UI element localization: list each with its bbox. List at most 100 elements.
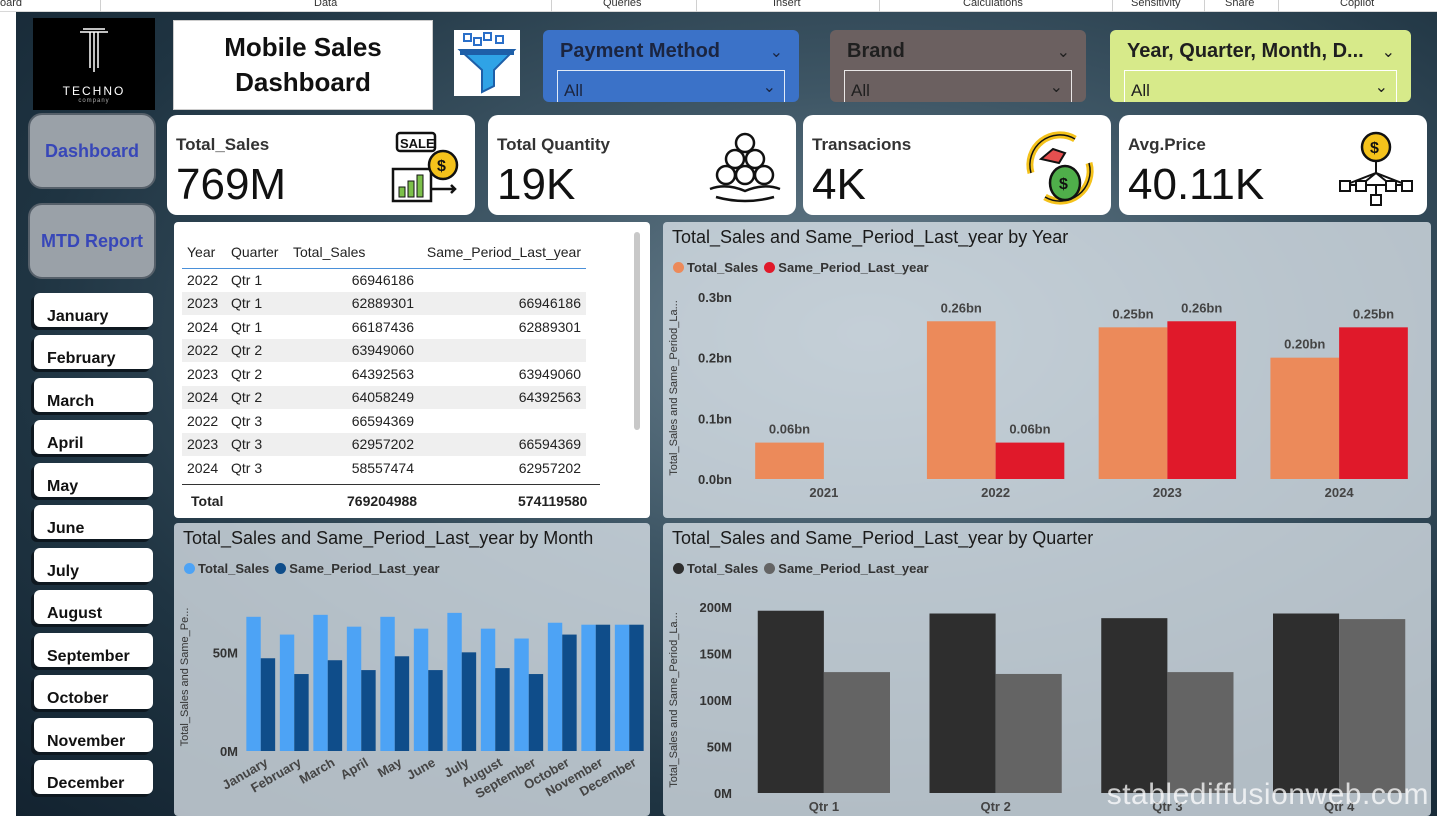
table-row[interactable]: 2022 Qtr 3 66594369: [182, 409, 586, 433]
dashboard-title: Mobile Sales Dashboard: [173, 20, 433, 110]
table-scrollbar[interactable]: [634, 232, 640, 430]
slicer-brand-value: All: [851, 81, 870, 100]
month-button-january[interactable]: January: [34, 293, 153, 327]
data-label: 0.26bn: [941, 300, 982, 315]
table-total-row: Total 769204988 574119580: [182, 484, 600, 514]
cell-quarter: Qtr 2: [226, 338, 288, 362]
slicer-brand[interactable]: Brand ⌄ All ⌄: [830, 30, 1086, 102]
techno-logo-icon: [80, 28, 108, 72]
ribbon-tab-calculations[interactable]: Calculations: [963, 0, 1023, 9]
x-tick-label: May: [375, 754, 405, 780]
kpi-card-total-quantity: Total Quantity 19K: [488, 115, 796, 215]
ribbon-tab-data[interactable]: Data: [314, 0, 337, 9]
cell-year: 2024: [182, 385, 226, 409]
cell-year: 2024: [187, 459, 219, 476]
bar-same-period-last-year: [528, 674, 544, 751]
month-button-july[interactable]: July: [34, 548, 153, 582]
chevron-down-icon[interactable]: ⌄: [1382, 42, 1395, 62]
coins-hand-icon: [709, 132, 781, 203]
svg-text:$: $: [1370, 140, 1379, 157]
month-button-april[interactable]: April: [34, 420, 153, 454]
slicer-date-hierarchy-label: Year, Quarter, Month, D...: [1127, 40, 1364, 62]
cell-year: 2024: [187, 318, 219, 335]
column-header-total-sales[interactable]: Total_Sales: [288, 236, 419, 269]
x-tick-label: 2024: [1325, 485, 1355, 500]
kpi-card-total-sales: Total_Sales 769M SALE $: [167, 115, 475, 215]
data-label: 0.06bn: [1009, 422, 1050, 437]
data-label: 0.25bn: [1112, 306, 1153, 321]
report-canvas: TECHNO company Mobile Sales Dashboard Pa…: [16, 12, 1437, 816]
chevron-down-icon[interactable]: ⌄: [770, 42, 783, 62]
bar-same-period-last-year: [361, 670, 376, 751]
y-axis-title: Total_Sales and Same_Pe...: [179, 608, 191, 747]
y-tick-label: 0M: [714, 786, 732, 801]
chevron-down-icon[interactable]: ⌄: [1375, 77, 1388, 97]
table-row[interactable]: 2023 Qtr 1 62889301 66946186: [182, 291, 586, 315]
slicer-date-hierarchy-dropdown[interactable]: All ⌄: [1124, 70, 1397, 102]
bar-total-sales: [346, 626, 362, 751]
column-header-same-period-last-year[interactable]: Same_Period_Last_year: [419, 236, 586, 269]
filter-funnel-icon[interactable]: [454, 30, 520, 96]
month-button-november[interactable]: November: [34, 718, 153, 752]
month-button-may[interactable]: May: [34, 463, 153, 497]
data-label: 0.06bn: [769, 422, 810, 437]
ribbon-bar: oard Data Queries Insert Calculations Se…: [0, 0, 1437, 12]
table-row[interactable]: 2022 Qtr 2 63949060: [182, 338, 586, 362]
bar-same-period-last-year: [327, 660, 343, 751]
ribbon-tab-copilot[interactable]: Copilot: [1340, 0, 1374, 9]
month-button-december[interactable]: December: [34, 760, 153, 794]
ribbon-tab-insert[interactable]: Insert: [773, 0, 801, 9]
table-row[interactable]: 2024 Qtr 1 66187436 62889301: [182, 315, 586, 339]
kpi-value: 40.11K: [1128, 160, 1265, 209]
bar-same-period-last-year: [1167, 672, 1234, 793]
month-button-august[interactable]: August: [34, 590, 153, 624]
ribbon-tab-sensitivity[interactable]: Sensitivity: [1131, 0, 1181, 9]
nav-mtd-report-button[interactable]: MTD Report: [28, 203, 156, 279]
ribbon-tab-queries[interactable]: Queries: [603, 0, 642, 9]
bar-same-period-last-year: [428, 670, 443, 751]
month-button-october[interactable]: October: [34, 675, 153, 709]
x-tick-label: 2021: [809, 485, 838, 500]
table-row[interactable]: 2023 Qtr 3 62957202 66594369: [182, 432, 586, 456]
cell-quarter: Qtr 3: [226, 432, 288, 456]
table-row[interactable]: 2024 Qtr 3 58557474 62957202: [182, 456, 586, 480]
bar-same-period-last-year: [629, 624, 644, 751]
table-row[interactable]: 2023 Qtr 2 64392563 63949060: [182, 362, 586, 386]
y-tick-label: 0.0bn: [698, 472, 732, 487]
quarter-bar-chart: 0M 50M 100M 150M 200M Total_Sales and Same_Pe…: [668, 600, 1406, 814]
bar-same-period-last-year: [562, 634, 577, 751]
month-button-september[interactable]: September: [34, 633, 153, 667]
slicer-payment-method[interactable]: Payment Method ⌄ All ⌄: [543, 30, 799, 102]
chevron-down-icon[interactable]: ⌄: [1057, 42, 1070, 62]
slicer-payment-method-dropdown[interactable]: All ⌄: [557, 70, 785, 102]
bar-same-period-last-year: [823, 672, 890, 793]
chevron-down-icon[interactable]: ⌄: [1050, 77, 1063, 97]
svg-text:$: $: [1059, 176, 1068, 193]
month-button-march[interactable]: March: [34, 378, 153, 412]
month-button-june[interactable]: June: [34, 505, 153, 539]
y-tick-label: 150M: [699, 647, 732, 662]
bar-same-period-last-year: [595, 624, 611, 751]
cell-quarter: Qtr 1: [231, 272, 263, 288]
column-header-year[interactable]: Year: [182, 236, 226, 269]
y-tick-label: 100M: [699, 693, 732, 708]
slicer-brand-dropdown[interactable]: All ⌄: [844, 70, 1072, 102]
slicer-date-hierarchy[interactable]: Year, Quarter, Month, D... ⌄ All ⌄: [1110, 30, 1411, 102]
y-axis-title: Total_Sales and Same_Period_La...: [668, 612, 680, 788]
nav-dashboard-button[interactable]: Dashboard: [28, 113, 156, 189]
table-row[interactable]: 2024 Qtr 2 64058249 64392563: [182, 385, 586, 409]
month-button-february[interactable]: February: [34, 335, 153, 369]
year-bar-chart: 0.0bn 0.1bn 0.2bn 0.3bn Total_Sales and Same…: [668, 290, 1408, 500]
cell-total-sales: 62889301: [288, 291, 419, 315]
column-header-quarter[interactable]: Quarter: [226, 236, 288, 269]
cell-same-period-last-year: 66594369: [419, 432, 586, 456]
slicer-payment-method-label: Payment Method: [560, 40, 721, 62]
bar-total-sales: [246, 616, 261, 751]
table-row[interactable]: 2022 Qtr 1 66946186: [182, 268, 586, 292]
ribbon-tab-board[interactable]: oard: [0, 0, 22, 9]
bar-total-sales: [757, 610, 824, 793]
cell-year: 2023: [182, 432, 226, 456]
chevron-down-icon[interactable]: ⌄: [763, 77, 776, 97]
bar-total-sales: [926, 321, 996, 479]
ribbon-tab-share[interactable]: Share: [1225, 0, 1254, 9]
